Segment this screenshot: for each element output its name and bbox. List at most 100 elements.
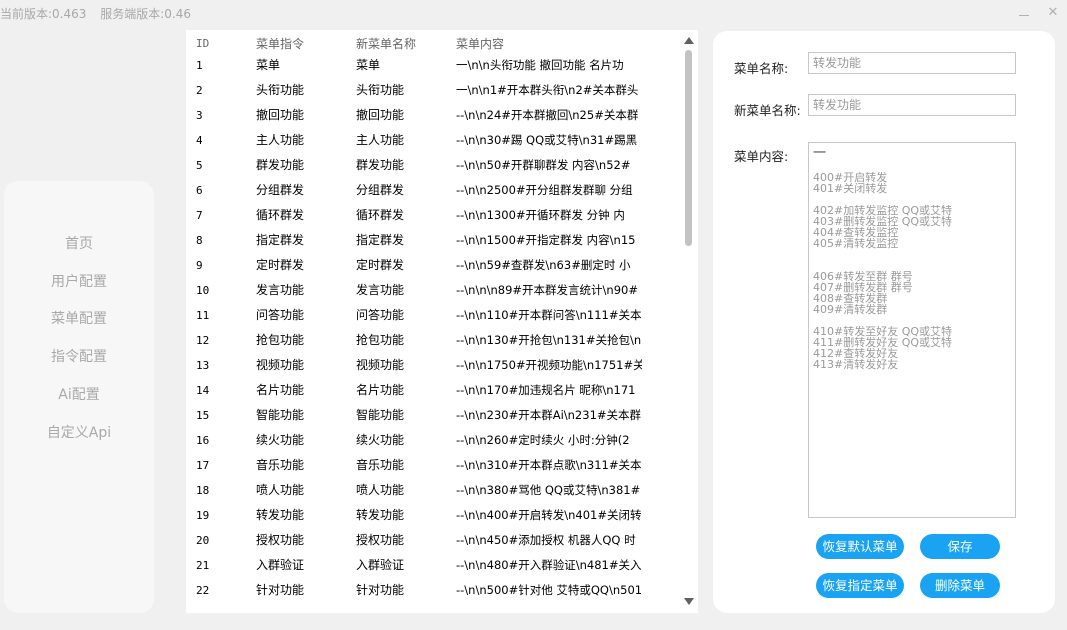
row-name: 转发功能 bbox=[356, 508, 405, 522]
row-command: 授权功能 bbox=[256, 533, 305, 547]
sidebar-item-custom-api[interactable]: 自定义Api bbox=[4, 422, 154, 442]
row-content: --\n\n50#开群聊群发 内容\n52# bbox=[456, 158, 631, 172]
row-command: 指定群发 bbox=[256, 233, 305, 247]
sidebar-item-menu-config[interactable]: 菜单配置 bbox=[4, 308, 154, 328]
row-id: 14 bbox=[196, 384, 210, 397]
delete-menu-button[interactable]: 删除菜单 bbox=[920, 573, 1000, 598]
row-name: 授权功能 bbox=[356, 533, 405, 547]
row-command: 分组群发 bbox=[256, 183, 305, 197]
row-id: 6 bbox=[196, 184, 203, 197]
sidebar-item-user-config[interactable]: 用户配置 bbox=[4, 271, 154, 291]
vertical-scrollbar[interactable] bbox=[680, 30, 698, 613]
row-name: 主人功能 bbox=[356, 133, 405, 147]
row-name: 针对功能 bbox=[356, 583, 405, 597]
menu-content-textarea[interactable]: 一 400#开启转发 401#关闭转发 402#加转发监控 QQ或艾特 403#删转发监… bbox=[808, 142, 1016, 518]
sidebar-item-ai-config[interactable]: Ai配置 bbox=[4, 384, 154, 404]
row-name: 喷人功能 bbox=[356, 483, 405, 497]
row-name: 名片功能 bbox=[356, 383, 405, 397]
row-command: 续火功能 bbox=[256, 433, 305, 447]
row-command: 转发功能 bbox=[256, 508, 305, 522]
row-content: 一\n\n头衔功能 撤回功能 名片功 bbox=[456, 58, 624, 72]
table-row[interactable]: 3 撤回功能 撤回功能 --\n\n24#开本群撤回\n25#关本群 bbox=[186, 103, 680, 128]
row-content: --\n\n400#开启转发\n401#关闭转 bbox=[456, 508, 642, 522]
table-row[interactable]: 15 智能功能 智能功能 --\n\n230#开本群Ai\n231#关本群 bbox=[186, 403, 680, 428]
content-line: 411#删转发好友 QQ或艾特 bbox=[813, 337, 953, 348]
row-name: 续火功能 bbox=[356, 433, 405, 447]
save-button[interactable]: 保存 bbox=[920, 534, 1000, 559]
table-row[interactable]: 2 头衔功能 头衔功能 一\n\n1#开本群头衔\n2#关本群头 bbox=[186, 78, 680, 103]
row-content: --\n\n170#加违规名片 昵称\n171 bbox=[456, 383, 636, 397]
row-content: --\n\n110#开本群问答\n111#关本 bbox=[456, 308, 642, 322]
content-line: 403#删转发监控 QQ或艾特 bbox=[813, 216, 953, 227]
table-row[interactable]: 13 视频功能 视频功能 --\n\n1750#开视频功能\n1751#关 bbox=[186, 353, 680, 378]
row-id: 2 bbox=[196, 84, 203, 97]
row-command: 入群验证 bbox=[256, 558, 305, 572]
close-icon[interactable]: ✕ bbox=[1046, 6, 1060, 20]
scroll-up-icon[interactable] bbox=[683, 35, 695, 47]
row-id: 5 bbox=[196, 159, 203, 172]
content-line: 406#转发至群 群号 bbox=[813, 271, 913, 282]
row-name: 音乐功能 bbox=[356, 458, 405, 472]
row-command: 头衔功能 bbox=[256, 83, 305, 97]
menu-content-label: 菜单内容: bbox=[734, 149, 789, 164]
table-row[interactable]: 9 定时群发 定时群发 --\n\n59#查群发\n63#删定时 小 bbox=[186, 253, 680, 278]
content-line: 405#清转发监控 bbox=[813, 238, 899, 249]
row-content: --\n\n380#骂他 QQ或艾特\n381# bbox=[456, 483, 641, 497]
row-name: 分组群发 bbox=[356, 183, 405, 197]
row-name: 循环群发 bbox=[356, 208, 405, 222]
table-row[interactable]: 19 转发功能 转发功能 --\n\n400#开启转发\n401#关闭转 bbox=[186, 503, 680, 528]
row-id: 17 bbox=[196, 459, 210, 472]
table-row[interactable]: 21 入群验证 入群验证 --\n\n480#开入群验证\n481#关入 bbox=[186, 553, 680, 578]
menu-name-input[interactable]: 转发功能 bbox=[808, 52, 1016, 74]
row-command: 视频功能 bbox=[256, 358, 305, 372]
content-line: 409#清转发群 bbox=[813, 304, 888, 315]
content-line: 410#转发至好友 QQ或艾特 bbox=[813, 326, 953, 337]
client-version: 当前版本:0.463 bbox=[0, 7, 87, 21]
table-row[interactable]: 7 循环群发 循环群发 --\n\n1300#开循环群发 分钟 内 bbox=[186, 203, 680, 228]
restore-default-menu-button[interactable]: 恢复默认菜单 bbox=[816, 534, 904, 559]
table-row[interactable]: 1 菜单 菜单 一\n\n头衔功能 撤回功能 名片功 bbox=[186, 53, 680, 78]
row-content: --\n\n24#开本群撤回\n25#关本群 bbox=[456, 108, 639, 122]
table-row[interactable]: 16 续火功能 续火功能 --\n\n260#定时续火 小时:分钟(2 bbox=[186, 428, 680, 453]
table-row[interactable]: 10 发言功能 发言功能 --\n\n\n89#开本群发言统计\n90# bbox=[186, 278, 680, 303]
minimize-icon[interactable] bbox=[1017, 6, 1031, 20]
row-name: 菜单 bbox=[356, 58, 381, 72]
row-content: --\n\n260#定时续火 小时:分钟(2 bbox=[456, 433, 630, 447]
row-name: 头衔功能 bbox=[356, 83, 405, 97]
row-content: --\n\n450#添加授权 机器人QQ 时 bbox=[456, 533, 636, 547]
row-name: 撤回功能 bbox=[356, 108, 405, 122]
sidebar: 首页 用户配置 菜单配置 指令配置 Ai配置 自定义Api bbox=[4, 181, 154, 613]
table-row[interactable]: 20 授权功能 授权功能 --\n\n450#添加授权 机器人QQ 时 bbox=[186, 528, 680, 553]
table-row[interactable]: 6 分组群发 分组群发 --\n\n2500#开分组群发群聊 分组 bbox=[186, 178, 680, 203]
row-command: 喷人功能 bbox=[256, 483, 305, 497]
row-command: 循环群发 bbox=[256, 208, 305, 222]
row-name: 入群验证 bbox=[356, 558, 405, 572]
new-menu-name-label: 新菜单名称: bbox=[734, 103, 801, 118]
table-row[interactable]: 11 问答功能 问答功能 --\n\n110#开本群问答\n111#关本 bbox=[186, 303, 680, 328]
table-row[interactable]: 14 名片功能 名片功能 --\n\n170#加违规名片 昵称\n171 bbox=[186, 378, 680, 403]
restore-selected-menu-button[interactable]: 恢复指定菜单 bbox=[816, 573, 904, 598]
table-row[interactable]: 17 音乐功能 音乐功能 --\n\n310#开本群点歌\n311#关本 bbox=[186, 453, 680, 478]
row-id: 9 bbox=[196, 259, 203, 272]
sidebar-item-home[interactable]: 首页 bbox=[4, 233, 154, 253]
scroll-thumb[interactable] bbox=[685, 50, 692, 246]
row-content: --\n\n2500#开分组群发群聊 分组 bbox=[456, 183, 633, 197]
title-bar: 当前版本:0.463 服务端版本:0.46 ✕ bbox=[0, 0, 1067, 24]
new-menu-name-input[interactable]: 转发功能 bbox=[808, 94, 1016, 116]
row-content: --\n\n1750#开视频功能\n1751#关 bbox=[456, 358, 642, 372]
row-id: 12 bbox=[196, 334, 210, 347]
sidebar-item-command-config[interactable]: 指令配置 bbox=[4, 346, 154, 366]
row-name: 视频功能 bbox=[356, 358, 405, 372]
table-row[interactable]: 22 针对功能 针对功能 --\n\n500#针对他 艾特或QQ\n501 bbox=[186, 578, 680, 603]
row-content: --\n\n1500#开指定群发 内容\n15 bbox=[456, 233, 636, 247]
row-name: 问答功能 bbox=[356, 308, 405, 322]
table-row[interactable]: 12 抢包功能 抢包功能 --\n\n130#开抢包\n131#关抢包\n bbox=[186, 328, 680, 353]
scroll-down-icon[interactable] bbox=[683, 596, 695, 608]
version-info: 当前版本:0.463 服务端版本:0.46 bbox=[0, 5, 201, 22]
table-row[interactable]: 5 群发功能 群发功能 --\n\n50#开群聊群发 内容\n52# bbox=[186, 153, 680, 178]
content-line: 402#加转发监控 QQ或艾特 bbox=[813, 205, 953, 216]
table-row[interactable]: 4 主人功能 主人功能 --\n\n30#踢 QQ或艾特\n31#踢黑 bbox=[186, 128, 680, 153]
row-content: --\n\n310#开本群点歌\n311#关本 bbox=[456, 458, 642, 472]
table-row[interactable]: 18 喷人功能 喷人功能 --\n\n380#骂他 QQ或艾特\n381# bbox=[186, 478, 680, 503]
table-row[interactable]: 8 指定群发 指定群发 --\n\n1500#开指定群发 内容\n15 bbox=[186, 228, 680, 253]
